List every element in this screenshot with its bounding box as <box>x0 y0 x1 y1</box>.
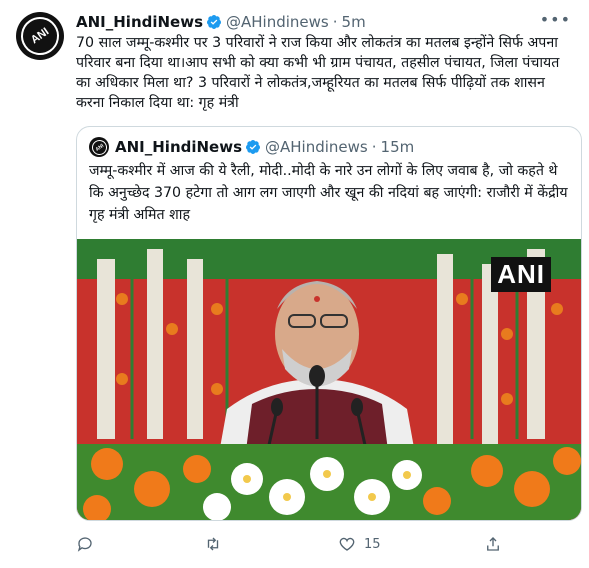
quoted-media-image[interactable]: ANI <box>77 239 581 520</box>
tweet-text: 70 साल जम्मू-कश्मीर पर 3 परिवारों ने राज… <box>76 35 560 111</box>
reply-button[interactable] <box>76 532 102 556</box>
verified-badge-icon <box>207 15 222 29</box>
like-count: 15 <box>364 536 381 552</box>
quoted-tweet[interactable]: ANI ANI_HindiNews @AHindinews · 15m जम्म… <box>76 126 582 521</box>
avatar-logo-text: ANI <box>13 9 67 63</box>
author-handle[interactable]: @AHindinews <box>226 13 329 31</box>
separator-dot: · <box>371 138 377 156</box>
reply-icon <box>77 537 92 552</box>
retweet-icon <box>207 537 219 551</box>
author-avatar[interactable]: ANI <box>13 9 67 63</box>
author-name[interactable]: ANI_HindiNews <box>76 13 203 31</box>
share-button[interactable] <box>484 532 510 556</box>
share-icon <box>487 537 499 551</box>
quoted-avatar-logo-text: ANI <box>88 136 110 158</box>
quoted-author-name: ANI_HindiNews <box>115 138 243 156</box>
like-button[interactable]: 15 <box>338 532 381 556</box>
quoted-handle: @AHindinews <box>265 138 368 156</box>
tweet-header: ANI_HindiNews @AHindinews · 5m <box>76 12 366 32</box>
heart-icon <box>339 537 355 551</box>
more-icon[interactable]: ••• <box>540 10 571 29</box>
tweet-time[interactable]: 5m <box>342 13 366 31</box>
tweet-actions: 15 <box>76 532 516 556</box>
separator-dot: · <box>332 13 338 31</box>
quoted-header: ANI ANI_HindiNews @AHindinews · 15m <box>88 136 415 158</box>
quoted-time: 15m <box>380 138 415 156</box>
quoted-text: जम्मू-कश्मीर में आज की ये रैली, मोदी..मो… <box>89 163 568 223</box>
verified-badge-icon <box>246 140 261 154</box>
quoted-avatar: ANI <box>88 136 110 158</box>
retweet-button[interactable] <box>204 532 230 556</box>
ani-watermark: ANI <box>491 257 551 292</box>
